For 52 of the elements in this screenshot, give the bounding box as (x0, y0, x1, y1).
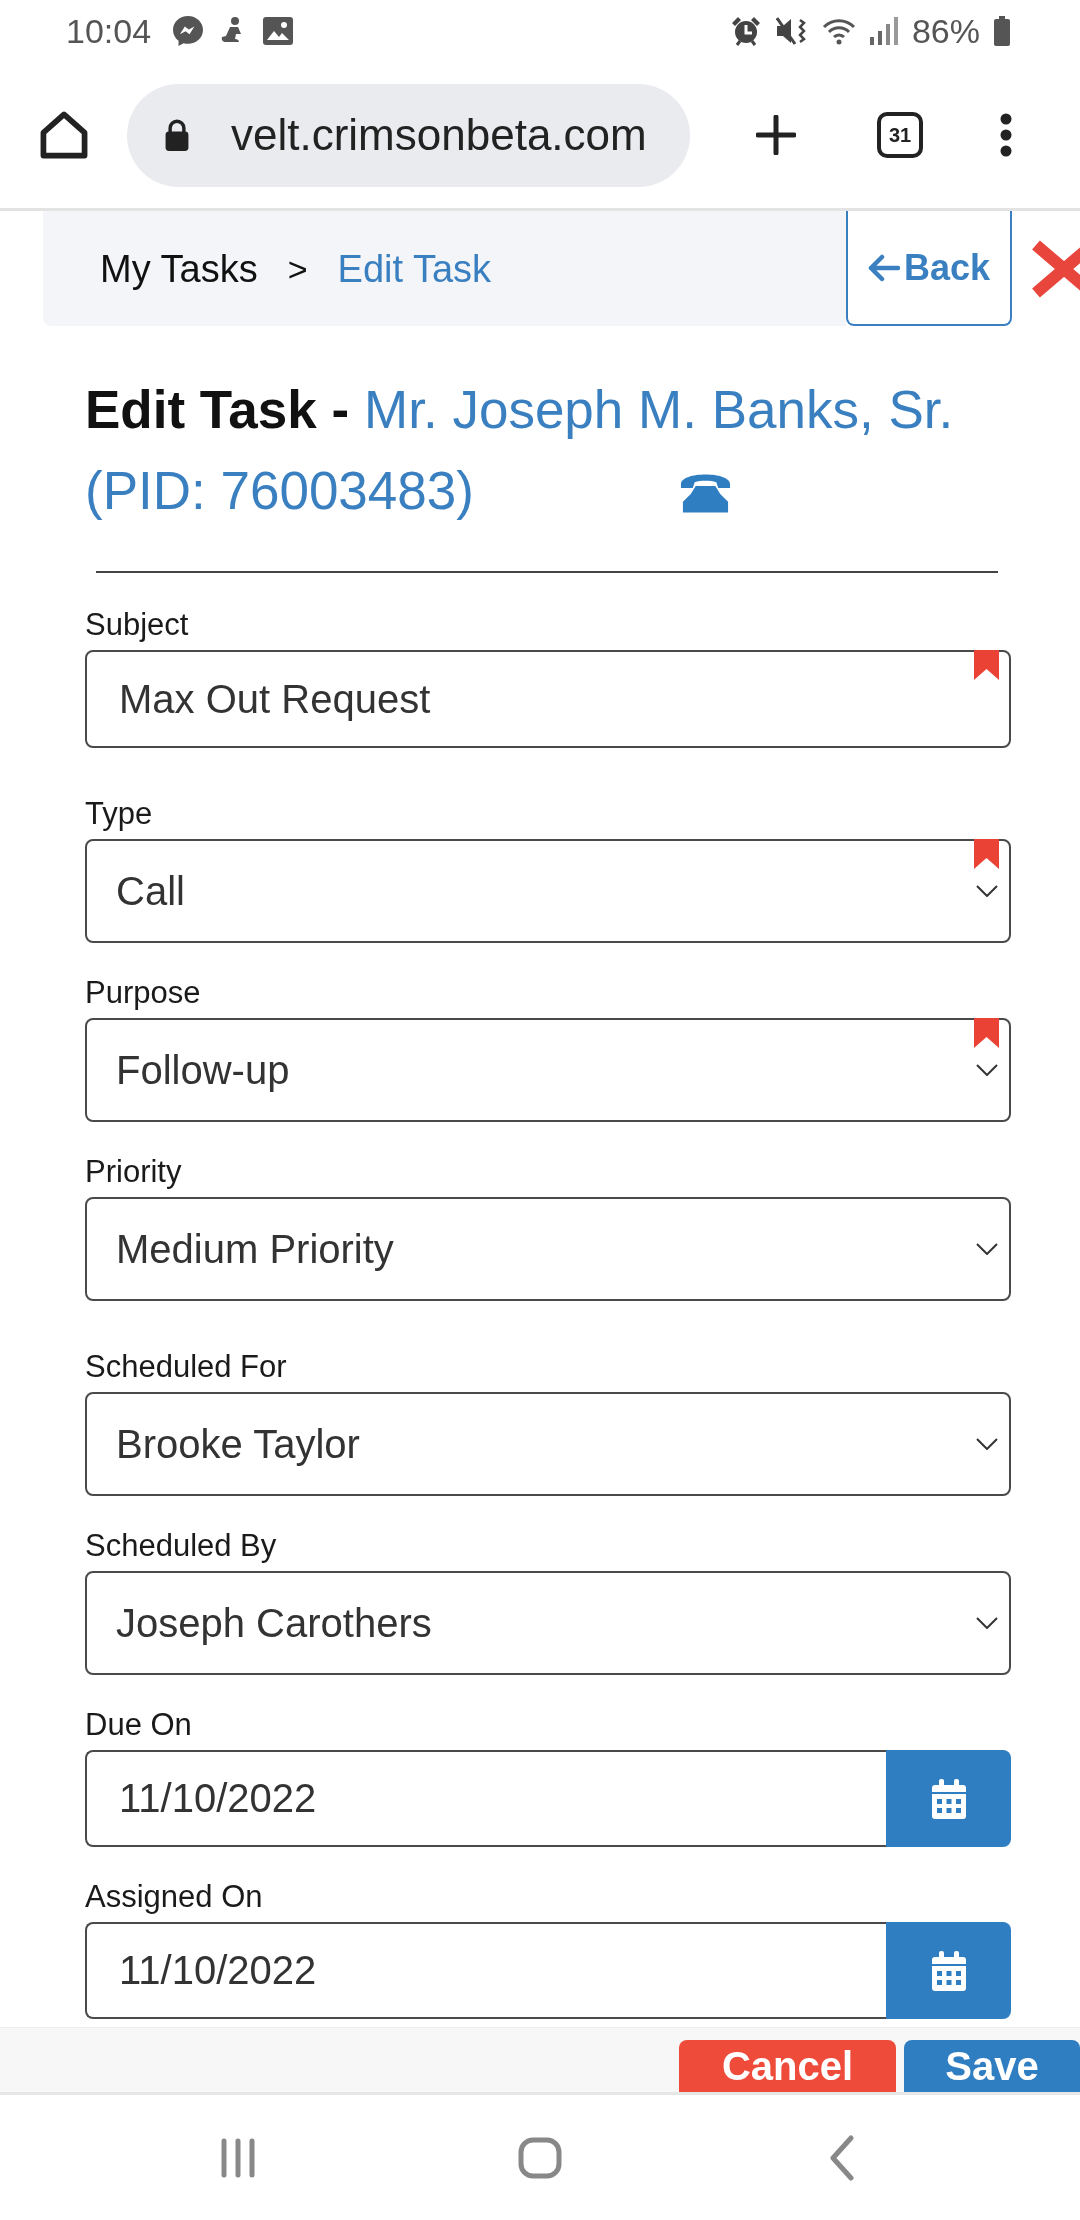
calendar-button[interactable] (886, 1750, 1011, 1847)
date-input[interactable]: 11/10/2022 (85, 1750, 886, 1847)
select-field[interactable]: Medium Priority (85, 1197, 1011, 1301)
battery-text: 86% (911, 11, 980, 51)
patient-id-link[interactable]: (PID: 76003483) (85, 450, 474, 531)
select-field[interactable]: Joseph Carothers (85, 1571, 1011, 1675)
field-label: Purpose (85, 974, 202, 1012)
signal-icon (869, 17, 898, 45)
text-input[interactable]: Max Out Request (85, 650, 1011, 748)
select-field[interactable]: Brooke Taylor (85, 1392, 1011, 1496)
calendar-icon (931, 1950, 966, 1991)
field-label: Due On (85, 1706, 193, 1744)
field-label: Priority (85, 1153, 183, 1191)
plus-icon[interactable] (756, 115, 796, 155)
breadcrumb-separator: > (287, 248, 308, 290)
patient-name-link[interactable]: Mr. Joseph M. Banks, Sr. (364, 369, 954, 450)
arrow-left-icon (867, 253, 900, 282)
field-label: Scheduled By (85, 1527, 278, 1565)
chevron-icon (976, 1438, 998, 1450)
field-label: Scheduled For (85, 1348, 288, 1386)
field-label: Subject (85, 606, 190, 644)
save-button[interactable]: Save (904, 2040, 1080, 2092)
status-time: 10:04 (66, 11, 152, 51)
chevron-icon (976, 1064, 998, 1076)
lock-icon (163, 119, 191, 151)
back-icon[interactable] (829, 2134, 855, 2181)
field-label: Assigned On (85, 1878, 264, 1916)
chevron-icon (976, 1617, 998, 1629)
chevron-icon (976, 885, 998, 897)
close-icon[interactable] (1030, 238, 1080, 299)
chat-bubble-icon (173, 16, 204, 46)
select-field[interactable]: Follow-up (85, 1018, 1011, 1122)
chevron-icon (976, 1243, 998, 1255)
calendar-icon (931, 1778, 966, 1819)
back-button[interactable]: Back (846, 211, 1012, 326)
more-icon[interactable] (1000, 113, 1012, 157)
select-field[interactable]: Call (85, 839, 1011, 943)
page-title: Edit Task - (85, 379, 350, 441)
address-bar[interactable]: velt.crimsonbeta.com (127, 83, 690, 187)
cancel-button[interactable]: Cancel (679, 2040, 896, 2092)
mute-icon (775, 16, 808, 46)
calendar-button[interactable] (886, 1922, 1011, 2019)
image-icon (263, 17, 294, 45)
battery-icon (994, 16, 1010, 46)
date-input[interactable]: 11/10/2022 (85, 1922, 886, 2019)
wifi-icon (821, 17, 856, 45)
recents-icon[interactable] (220, 2137, 256, 2178)
breadcrumb-link[interactable]: My Tasks (100, 245, 258, 292)
tab-count-button[interactable]: 31 (877, 112, 923, 158)
field-label: Type (85, 795, 154, 833)
breadcrumb-current: Edit Task (337, 246, 491, 292)
home-icon[interactable] (40, 111, 88, 159)
